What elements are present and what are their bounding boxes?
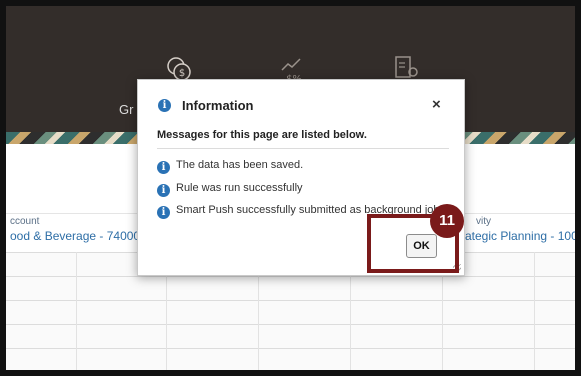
info-icon: i <box>157 206 170 219</box>
message-item: i Rule was run successfully <box>157 182 303 197</box>
info-icon: i <box>157 161 170 174</box>
message-text: Rule was run successfully <box>176 182 303 194</box>
message-item: i The data has been saved. <box>157 159 303 174</box>
info-icon: i <box>158 99 171 112</box>
info-icon: i <box>157 184 170 197</box>
dialog-divider <box>157 148 449 149</box>
dialog-header: i Information × <box>138 80 464 120</box>
dialog-subtitle: Messages for this page are listed below. <box>157 129 367 141</box>
screenshot-frame: $ $% Gr ccount ood & Beverage - 74000 vi… <box>0 0 581 376</box>
dialog-title: Information <box>182 98 254 113</box>
step-number-badge: 11 <box>430 204 464 238</box>
close-icon[interactable]: × <box>432 96 441 113</box>
message-text: The data has been saved. <box>176 159 304 171</box>
